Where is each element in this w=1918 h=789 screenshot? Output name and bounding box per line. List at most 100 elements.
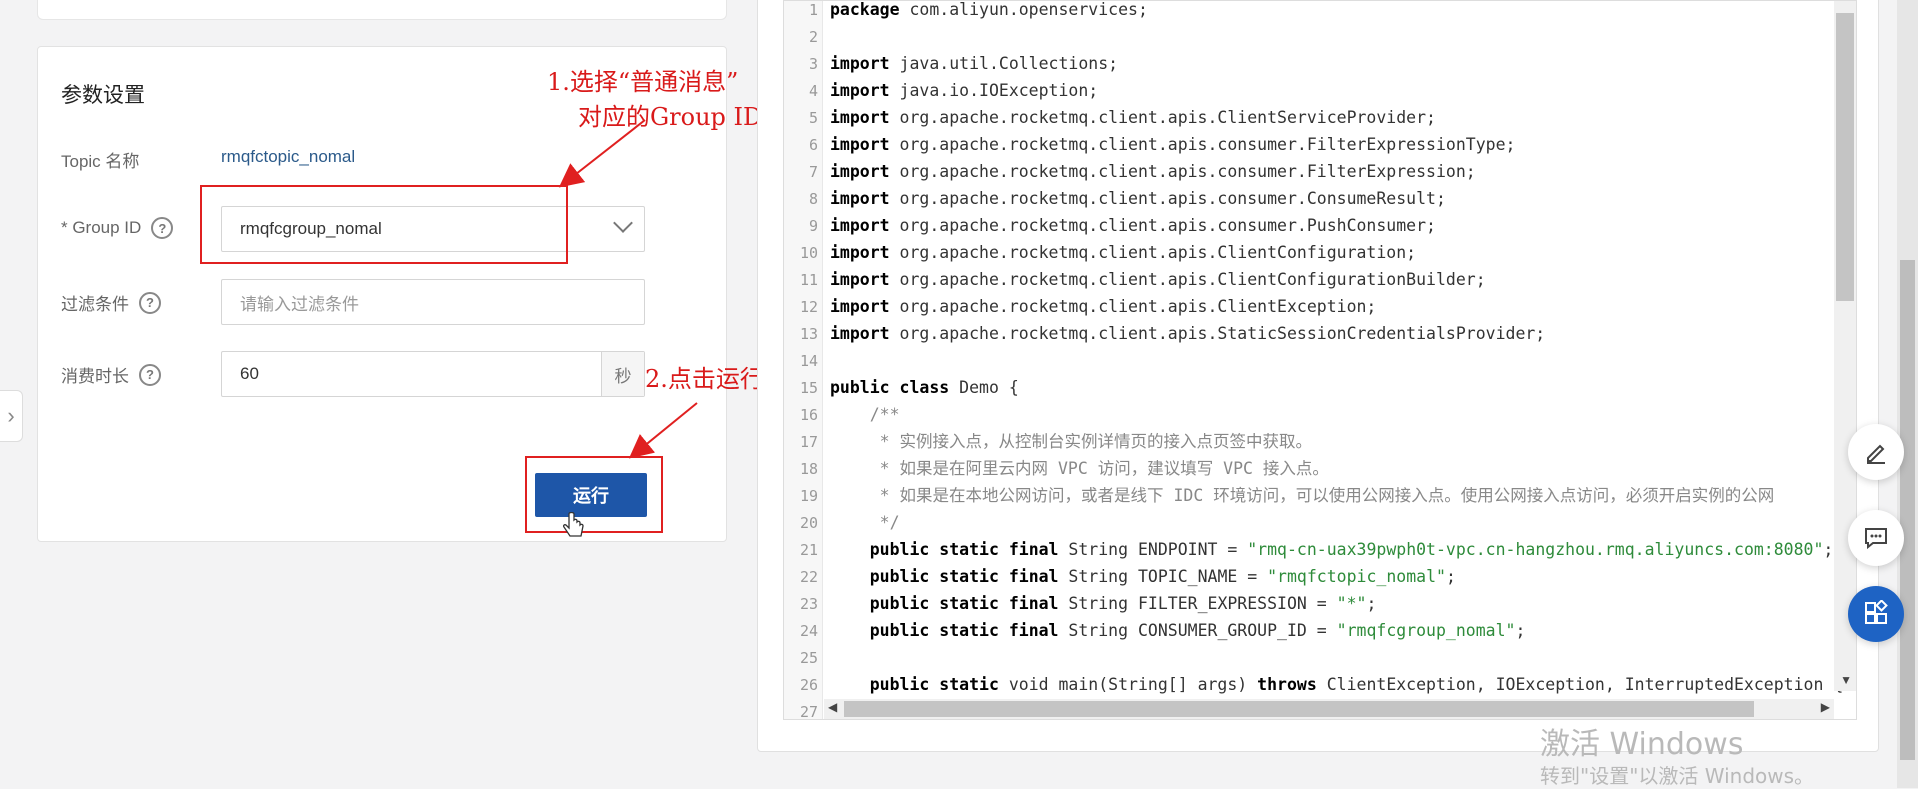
line-number: 11	[799, 271, 818, 289]
code-line: 13 import org.apache.rocketmq.client.apis…	[784, 320, 1545, 347]
code-token: public static final	[869, 594, 1059, 613]
duration-unit: 秒	[601, 352, 644, 396]
code-token: import	[830, 108, 890, 127]
code-token: public static final	[869, 621, 1059, 640]
code-token: import	[830, 162, 890, 181]
code-token: String ENDPOINT =	[1058, 540, 1248, 559]
code-token: "rmq-cn-uax39pwph0t-vpc.cn-hangzhou.rmq.…	[1247, 540, 1824, 559]
help-icon[interactable]: ?	[151, 217, 174, 239]
collapse-sidebar-button[interactable]: ›	[0, 390, 23, 442]
code-token: org.apache.rocketmq.client.apis.consumer…	[889, 216, 1436, 235]
scroll-left-icon[interactable]: ◀	[828, 700, 837, 714]
code-token: ;	[1366, 594, 1377, 613]
code-line: 21 public static final String ENDPOINT =…	[784, 536, 1833, 563]
code-token: package	[830, 0, 900, 19]
code-token: ClientException, IOException, Interrupte…	[1316, 675, 1844, 694]
code-line: 14	[784, 347, 830, 374]
line-number: 23	[799, 595, 818, 613]
line-number: 4	[808, 82, 818, 100]
group-id-highlight-box	[200, 185, 568, 264]
line-number: 21	[799, 541, 818, 559]
code-line: 22 public static final String TOPIC_NAME…	[784, 563, 1456, 590]
topic-label: Topic 名称	[61, 152, 140, 171]
code-line: 25	[784, 644, 830, 671]
code-token: "rmqfcgroup_nomal"	[1336, 621, 1516, 640]
scroll-right-icon[interactable]: ▶	[1821, 700, 1830, 714]
code-token: ;	[1823, 540, 1834, 559]
code-token: org.apache.rocketmq.client.apis.ClientEx…	[889, 297, 1377, 316]
vertical-scroll-thumb[interactable]	[1836, 13, 1854, 301]
code-line: 26 public static void main(String[] args…	[784, 671, 1843, 698]
line-number: 8	[808, 190, 818, 208]
code-token: public static	[869, 675, 999, 694]
edit-button[interactable]	[1848, 424, 1904, 480]
code-token: */	[830, 513, 900, 532]
card-title: 参数设置	[61, 84, 145, 107]
code-token: import	[830, 324, 890, 343]
code-line: 24 public static final String CONSUMER_G…	[784, 617, 1525, 644]
code-token: import	[830, 216, 890, 235]
apps-grid-icon	[1865, 600, 1888, 624]
code-token: class	[899, 378, 950, 397]
line-number: 18	[799, 460, 818, 478]
code-line: 5 import org.apache.rocketmq.client.apis.…	[784, 104, 1436, 131]
run-button-highlight-box	[525, 456, 663, 533]
code-line: 19 * 如果是在本地公网访问，或者是线下 IDC 环境访问，可以使用公网接入点…	[784, 482, 1774, 509]
code-editor[interactable]: 1 package com.aliyun.openservices; 2 3 impor…	[783, 0, 1857, 720]
topic-value: rmqfctopic_nomal	[221, 147, 356, 166]
line-number: 1	[808, 1, 818, 19]
line-number: 3	[808, 55, 818, 73]
code-token: ;	[1515, 621, 1526, 640]
horizontal-scrollbar[interactable]: ◀ ▶	[824, 699, 1834, 719]
duration-input[interactable]: 60 秒	[221, 351, 645, 397]
line-number: 9	[808, 217, 818, 235]
scroll-down-icon[interactable]: ▼	[1840, 673, 1852, 687]
code-token: ;	[1445, 567, 1456, 586]
annotation-step1-line2: 对应的Group ID	[578, 103, 763, 131]
code-token: org.apache.rocketmq.client.apis.consumer…	[889, 135, 1516, 154]
code-token: throws	[1257, 675, 1317, 694]
code-line: 1 package com.aliyun.openservices;	[784, 0, 1148, 23]
code-line: 2	[784, 23, 830, 50]
line-number: 14	[799, 352, 818, 370]
feedback-button[interactable]	[1848, 510, 1904, 566]
code-token: import	[830, 243, 890, 262]
line-number: 27	[799, 703, 818, 720]
line-number: 16	[799, 406, 818, 424]
apps-button[interactable]	[1848, 586, 1904, 642]
help-icon[interactable]: ?	[139, 363, 161, 386]
code-line: 16 /**	[784, 401, 900, 428]
code-line: 7 import org.apache.rocketmq.client.apis.…	[784, 158, 1476, 185]
line-number: 26	[799, 676, 818, 694]
code-token: "*"	[1336, 594, 1367, 613]
line-number: 2	[808, 28, 818, 46]
page-scrollbar[interactable]	[1897, 0, 1918, 788]
page-scroll-thumb[interactable]	[1900, 260, 1915, 760]
code-token: Demo {	[949, 378, 1019, 397]
line-number: 13	[799, 325, 818, 343]
code-line: 15 public class Demo {	[784, 374, 1019, 401]
code-line: 17 * 实例接入点，从控制台实例详情页的接入点页签中获取。	[784, 428, 1312, 455]
code-token: * 实例接入点，从控制台实例详情页的接入点页签中获取。	[830, 432, 1313, 451]
code-token: public	[830, 378, 890, 397]
code-token: org.apache.rocketmq.client.apis.ClientCo…	[889, 270, 1486, 289]
filter-input[interactable]: 请输入过滤条件	[221, 279, 645, 325]
line-number: 17	[799, 433, 818, 451]
code-token: com.aliyun.openservices;	[899, 0, 1148, 19]
horizontal-scroll-thumb[interactable]	[844, 701, 1754, 717]
annotation-step1: 1.选择“普通消息”	[547, 68, 739, 96]
help-icon[interactable]: ?	[139, 291, 161, 314]
code-token: void main(String[] args)	[998, 675, 1258, 694]
code-token: org.apache.rocketmq.client.apis.ClientCo…	[889, 243, 1417, 262]
code-token: org.apache.rocketmq.client.apis.StaticSe…	[889, 324, 1546, 343]
vertical-scrollbar[interactable]: ▼	[1834, 1, 1856, 691]
code-line: 9 import org.apache.rocketmq.client.apis.…	[784, 212, 1436, 239]
duration-label: 消费时长 ?	[61, 362, 161, 387]
filter-label: 过滤条件 ?	[61, 290, 161, 315]
line-number: 19	[799, 487, 818, 505]
